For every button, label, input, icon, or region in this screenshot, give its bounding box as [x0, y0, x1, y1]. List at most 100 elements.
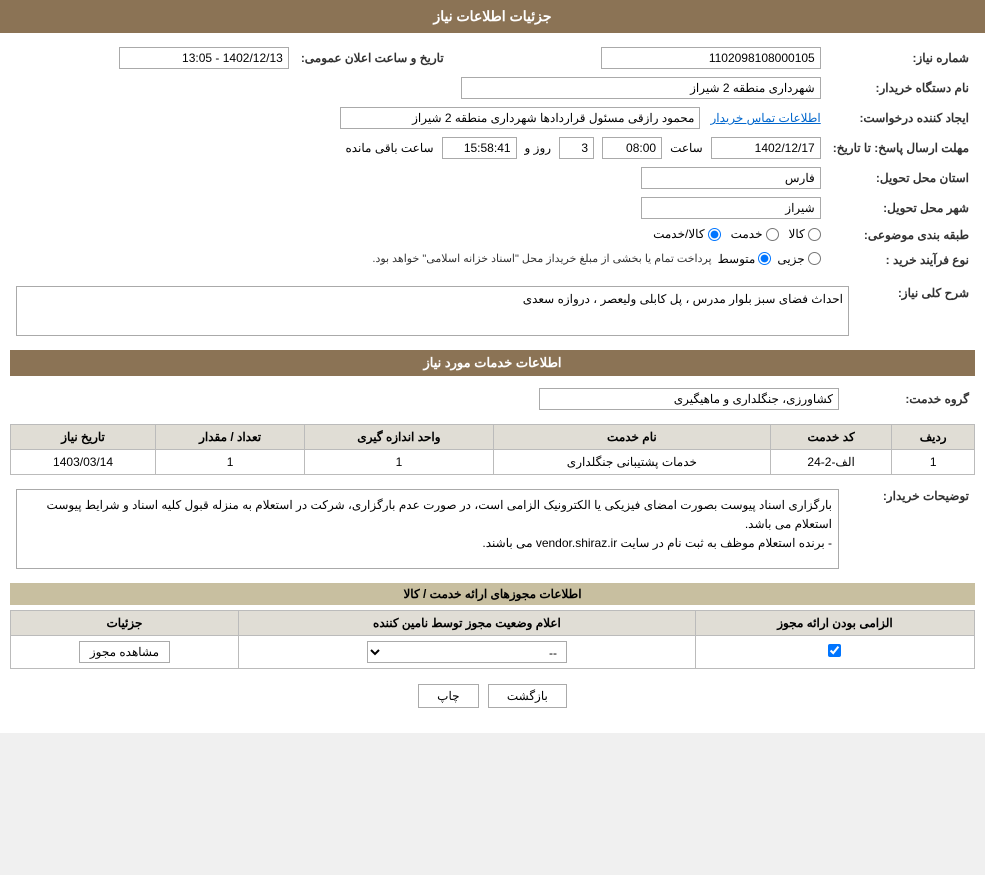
services-table-row: 1 الف-2-24 خدمات پشتیبانی جنگلداری 1 1 1…	[11, 450, 975, 475]
col-date: تاریخ نیاز	[11, 425, 156, 450]
col-qty: تعداد / مقدار	[156, 425, 305, 450]
description-text: احداث فضای سبز بلوار مدرس ، پل کابلی ولی…	[523, 292, 843, 306]
city-input[interactable]	[641, 197, 821, 219]
cell-unit: 1	[305, 450, 494, 475]
deadline-label: مهلت ارسال پاسخ: تا تاریخ:	[827, 133, 975, 163]
deadline-remaining-input[interactable]	[442, 137, 517, 159]
niyaz-number-row: شماره نیاز: تاریخ و ساعت اعلان عمومی:	[10, 43, 975, 73]
cell-row: 1	[892, 450, 975, 475]
description-box: احداث فضای سبز بلوار مدرس ، پل کابلی ولی…	[16, 286, 849, 336]
province-label: استان محل تحویل:	[827, 163, 975, 193]
services-section-title: اطلاعات خدمات مورد نیاز	[10, 350, 975, 376]
service-group-value	[10, 384, 845, 414]
service-group-row: گروه خدمت:	[10, 384, 975, 414]
buyer-notes-table: توضیحات خریدار: بارگزاری اسناد پیوست بصو…	[10, 485, 975, 573]
service-group-input[interactable]	[539, 388, 839, 410]
buyer-notes-line: - برنده استعلام موظف به ثبت نام در سایت …	[482, 536, 832, 550]
category-khedmat-radio[interactable]	[766, 228, 779, 241]
niyaz-number-value	[464, 43, 827, 73]
category-kala-radio[interactable]	[808, 228, 821, 241]
category-label: طبقه بندی موضوعی:	[827, 223, 975, 248]
perm-detail-cell: مشاهده مجوز	[11, 636, 239, 669]
cell-code: الف-2-24	[770, 450, 891, 475]
services-table: ردیف کد خدمت نام خدمت واحد اندازه گیری ت…	[10, 424, 975, 475]
process-jozvi-text: جزیی	[777, 252, 804, 266]
description-value: احداث فضای سبز بلوار مدرس ، پل کابلی ولی…	[10, 282, 855, 340]
category-kala-khedmat-radio[interactable]	[708, 228, 721, 241]
purchase-org-row: نام دستگاه خریدار:	[10, 73, 975, 103]
perm-status-select[interactable]: --	[367, 641, 567, 663]
announce-date-value	[10, 43, 295, 73]
category-kala-label[interactable]: کالا	[789, 227, 821, 241]
perm-required-checkbox[interactable]	[828, 644, 841, 657]
process-jozvi-label[interactable]: جزیی	[777, 252, 820, 266]
buyer-notes-box: بارگزاری اسناد پیوست بصورت امضای فیزیکی …	[16, 489, 839, 569]
province-row: استان محل تحویل:	[10, 163, 975, 193]
footer-buttons: بازگشت چاپ	[10, 669, 975, 723]
permissions-row: -- مشاهده مجوز	[11, 636, 975, 669]
category-khedmat-text: خدمت	[731, 227, 763, 241]
permissions-table-header: الزامی بودن ارائه مجوز اعلام وضعیت مجوز …	[11, 611, 975, 636]
service-group-table: گروه خدمت:	[10, 384, 975, 414]
province-input[interactable]	[641, 167, 821, 189]
category-kala-text: کالا	[789, 227, 805, 241]
city-value	[10, 193, 827, 223]
view-permit-button[interactable]: مشاهده مجوز	[79, 641, 170, 663]
process-desc-text: پرداخت تمام یا بخشی از مبلغ خریداز محل "…	[372, 252, 711, 265]
buyer-notes-row: توضیحات خریدار: بارگزاری اسناد پیوست بصو…	[10, 485, 975, 573]
process-row: نوع فرآیند خرید : جزیی متوسط پرداخت تمام…	[10, 248, 975, 273]
buyer-notes-value: بارگزاری اسناد پیوست بصورت امضای فیزیکی …	[10, 485, 845, 573]
perm-required-cell	[695, 636, 974, 669]
announce-date-input[interactable]	[119, 47, 289, 69]
deadline-days-input[interactable]	[559, 137, 594, 159]
category-khedmat-label[interactable]: خدمت	[731, 227, 779, 241]
deadline-time-input[interactable]	[602, 137, 662, 159]
perm-col-detail: جزئیات	[11, 611, 239, 636]
perm-status-cell: --	[238, 636, 695, 669]
province-value	[10, 163, 827, 193]
services-table-header: ردیف کد خدمت نام خدمت واحد اندازه گیری ت…	[11, 425, 975, 450]
permissions-table: الزامی بودن ارائه مجوز اعلام وضعیت مجوز …	[10, 610, 975, 669]
buyer-notes-line: بارگزاری اسناد پیوست بصورت امضای فیزیکی …	[47, 498, 832, 531]
creator-label: ایجاد کننده درخواست:	[827, 103, 975, 133]
creator-value: اطلاعات تماس خریدار	[10, 103, 827, 133]
category-value: کالا خدمت کالا/خدمت	[10, 223, 827, 248]
niyaz-number-label: شماره نیاز:	[827, 43, 975, 73]
service-group-label: گروه خدمت:	[845, 384, 975, 414]
city-label: شهر محل تحویل:	[827, 193, 975, 223]
process-value: جزیی متوسط پرداخت تمام یا بخشی از مبلغ خ…	[10, 248, 827, 273]
buyer-notes-label: توضیحات خریدار:	[845, 485, 975, 573]
col-name: نام خدمت	[493, 425, 770, 450]
deadline-value: ساعت روز و ساعت باقی مانده	[10, 133, 827, 163]
creator-input[interactable]	[340, 107, 700, 129]
permissions-section-title: اطلاعات مجوزهای ارائه خدمت / کالا	[10, 583, 975, 605]
purchase-org-input[interactable]	[461, 77, 821, 99]
cell-date: 1403/03/14	[11, 450, 156, 475]
description-label: شرح کلی نیاز:	[855, 282, 975, 340]
deadline-row: مهلت ارسال پاسخ: تا تاریخ: ساعت روز و سا…	[10, 133, 975, 163]
category-kala-khedmat-label[interactable]: کالا/خدمت	[653, 227, 720, 241]
deadline-time-label: ساعت	[670, 141, 703, 155]
deadline-day-label: روز و	[525, 141, 552, 155]
deadline-remaining-label: ساعت باقی مانده	[345, 141, 433, 155]
services-table-body: 1 الف-2-24 خدمات پشتیبانی جنگلداری 1 1 1…	[11, 450, 975, 475]
cell-quantity: 1	[156, 450, 305, 475]
city-row: شهر محل تحویل:	[10, 193, 975, 223]
announce-date-label: تاریخ و ساعت اعلان عمومی:	[295, 43, 464, 73]
cell-name: خدمات پشتیبانی جنگلداری	[493, 450, 770, 475]
deadline-date-input[interactable]	[711, 137, 821, 159]
creator-link[interactable]: اطلاعات تماس خریدار	[711, 111, 821, 125]
description-table: شرح کلی نیاز: احداث فضای سبز بلوار مدرس …	[10, 282, 975, 340]
process-jozvi-radio[interactable]	[808, 252, 821, 265]
process-motavaset-label[interactable]: متوسط	[718, 252, 772, 266]
col-row: ردیف	[892, 425, 975, 450]
permissions-table-body: -- مشاهده مجوز	[11, 636, 975, 669]
perm-col-required: الزامی بودن ارائه مجوز	[695, 611, 974, 636]
main-content: شماره نیاز: تاریخ و ساعت اعلان عمومی: نا…	[0, 33, 985, 733]
process-motavaset-radio[interactable]	[758, 252, 771, 265]
col-unit: واحد اندازه گیری	[305, 425, 494, 450]
back-button[interactable]: بازگشت	[488, 684, 567, 708]
niyaz-number-input[interactable]	[601, 47, 821, 69]
page-wrapper: جزئیات اطلاعات نیاز شماره نیاز: تاریخ و …	[0, 0, 985, 733]
print-button[interactable]: چاپ	[418, 684, 478, 708]
